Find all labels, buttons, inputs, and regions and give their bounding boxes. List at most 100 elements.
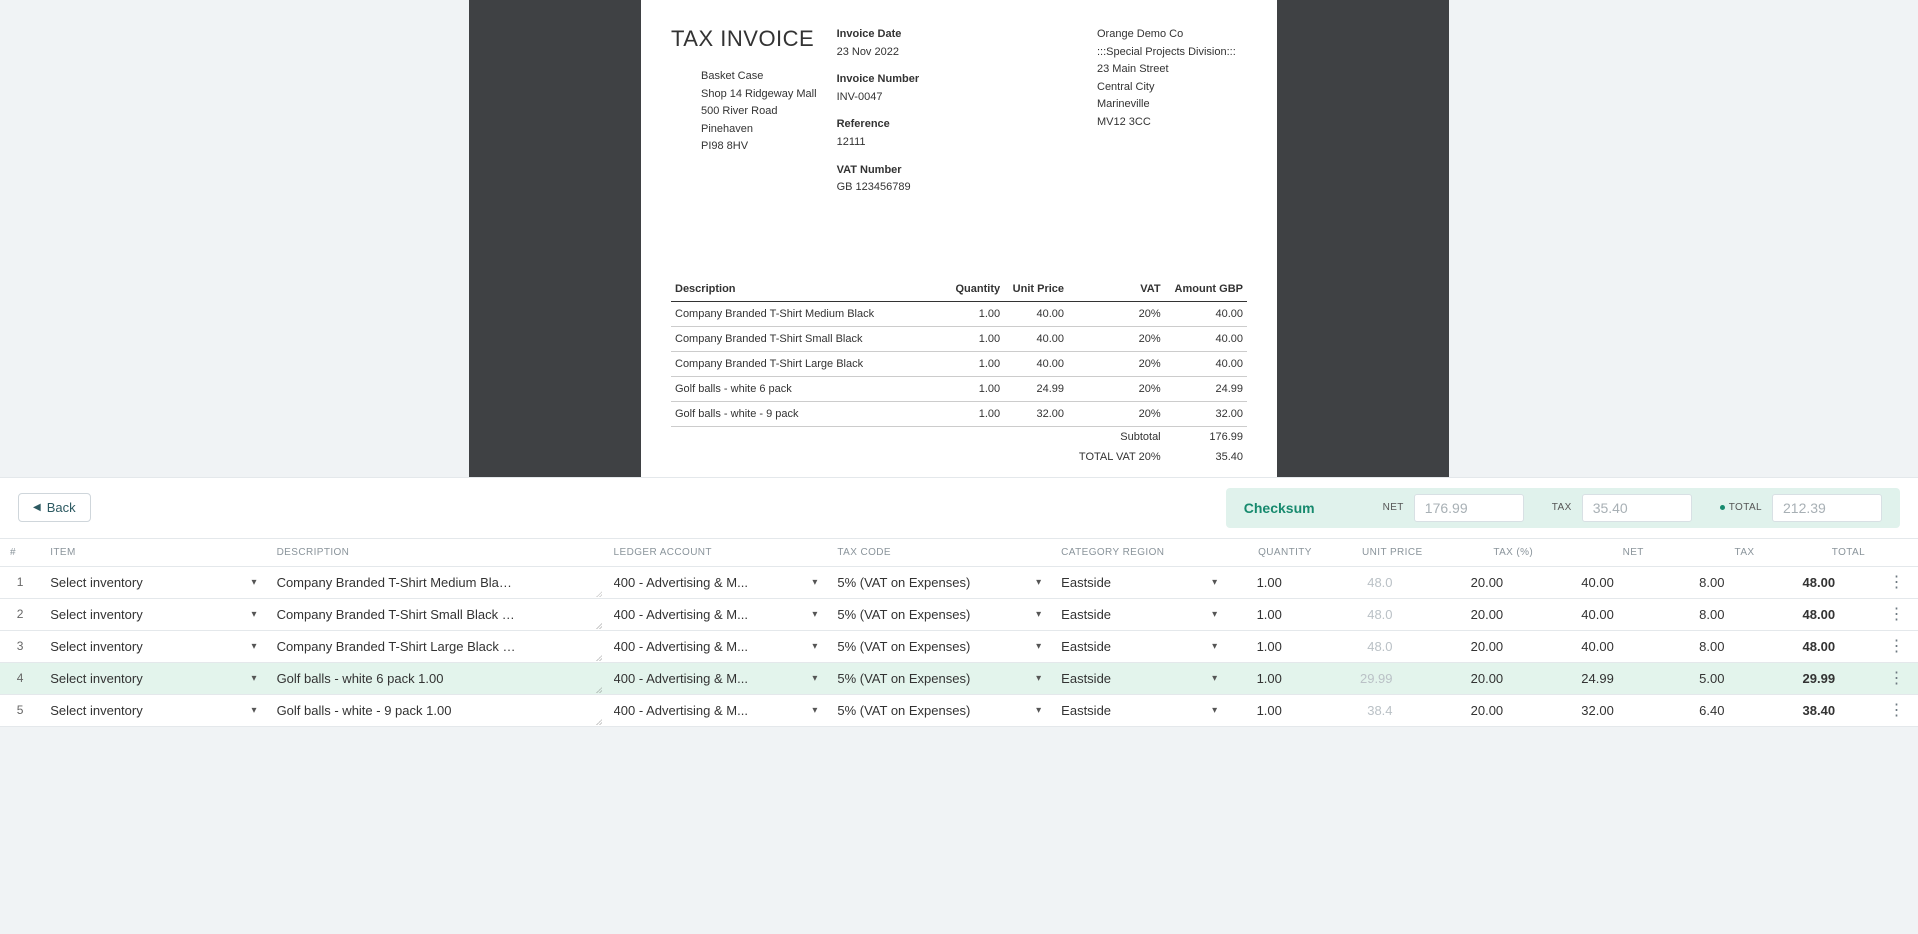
checksum-title: Checksum [1244, 500, 1315, 516]
tax-code-select[interactable]: 5% (VAT on Expenses)▾ [827, 599, 1051, 630]
inventory-select[interactable]: Select inventory▾ [40, 599, 266, 630]
category-region-select[interactable]: Eastside▾ [1051, 599, 1227, 630]
company-address: Orange Demo Co :::Special Projects Divis… [1097, 26, 1247, 207]
row-menu-button[interactable]: ⋮ [1875, 662, 1918, 694]
total-value: 38.40 [1764, 695, 1855, 726]
checksum-total-value[interactable]: 212.39 [1772, 494, 1882, 522]
net-value: 40.00 [1543, 567, 1634, 598]
total-value: 48.00 [1764, 599, 1855, 630]
document-frame: TAX INVOICE Basket Case Shop 14 Ridgeway… [469, 0, 1449, 477]
net-value: 24.99 [1543, 663, 1634, 694]
ledger-account-select[interactable]: 400 - Advertising & M...▾ [604, 567, 828, 598]
table-row: 4 Select inventory▾ Golf balls - white 6… [0, 662, 1918, 694]
checksum-net-value[interactable]: 176.99 [1414, 494, 1524, 522]
chevron-down-icon: ▾ [1212, 673, 1217, 684]
chevron-down-icon: ▾ [252, 577, 257, 588]
resize-handle-icon[interactable] [594, 685, 602, 693]
category-region-select[interactable]: Eastside▾ [1051, 567, 1227, 598]
inventory-select[interactable]: Select inventory▾ [40, 631, 266, 662]
tax-percent-field[interactable]: 20.00 [1433, 599, 1524, 630]
description-field[interactable]: Golf balls - white 6 pack 1.00 [267, 663, 604, 694]
quantity-field[interactable]: 1.00 [1227, 695, 1302, 726]
quantity-field[interactable]: 1.00 [1227, 599, 1302, 630]
chevron-down-icon: ▾ [1036, 641, 1041, 652]
resize-handle-icon[interactable] [594, 621, 602, 629]
row-menu-button[interactable]: ⋮ [1875, 566, 1918, 598]
tax-code-select[interactable]: 5% (VAT on Expenses)▾ [827, 631, 1051, 662]
chevron-down-icon: ▾ [812, 609, 817, 620]
resize-handle-icon[interactable] [594, 589, 602, 597]
tax-value: 5.00 [1654, 663, 1745, 694]
ledger-account-select[interactable]: 400 - Advertising & M...▾ [604, 695, 828, 726]
ledger-account-select[interactable]: 400 - Advertising & M...▾ [604, 631, 828, 662]
quantity-field[interactable]: 1.00 [1227, 663, 1302, 694]
tax-percent-field[interactable]: 20.00 [1433, 695, 1524, 726]
unit-price-field[interactable]: 48.0 [1322, 631, 1413, 662]
tax-code-select[interactable]: 5% (VAT on Expenses)▾ [827, 663, 1051, 694]
description-field[interactable]: Golf balls - white - 9 pack 1.00 [267, 695, 604, 726]
chevron-down-icon: ▾ [1036, 609, 1041, 620]
tax-code-select[interactable]: 5% (VAT on Expenses)▾ [827, 695, 1051, 726]
row-menu-button[interactable]: ⋮ [1875, 630, 1918, 662]
chevron-down-icon: ▾ [1212, 641, 1217, 652]
category-region-select[interactable]: Eastside▾ [1051, 631, 1227, 662]
invoice-title: TAX INVOICE [671, 26, 817, 52]
chevron-down-icon: ▾ [812, 705, 817, 716]
total-value: 29.99 [1764, 663, 1855, 694]
resize-handle-icon[interactable] [594, 717, 602, 725]
category-region-select[interactable]: Eastside▾ [1051, 695, 1227, 726]
description-field[interactable]: Company Branded T-Shirt Small Black 1.00 [267, 599, 604, 630]
ledger-account-select[interactable]: 400 - Advertising & M...▾ [604, 599, 828, 630]
row-menu-button[interactable]: ⋮ [1875, 598, 1918, 630]
chevron-down-icon: ▾ [1036, 705, 1041, 716]
tax-value: 8.00 [1654, 631, 1745, 662]
invoice-page: TAX INVOICE Basket Case Shop 14 Ridgeway… [641, 0, 1277, 477]
table-row: 2 Select inventory▾ Company Branded T-Sh… [0, 598, 1918, 630]
checksum-tax-value[interactable]: 35.40 [1582, 494, 1692, 522]
unit-price-field[interactable]: 29.99 [1322, 663, 1413, 694]
quantity-field[interactable]: 1.00 [1227, 567, 1302, 598]
quantity-field[interactable]: 1.00 [1227, 631, 1302, 662]
total-value: 48.00 [1764, 631, 1855, 662]
tax-code-select[interactable]: 5% (VAT on Expenses)▾ [827, 567, 1051, 598]
unit-price-field[interactable]: 48.0 [1322, 567, 1413, 598]
bill-to-address: Basket Case Shop 14 Ridgeway Mall 500 Ri… [701, 68, 817, 156]
inventory-select[interactable]: Select inventory▾ [40, 663, 266, 694]
table-row: 3 Select inventory▾ Company Branded T-Sh… [0, 630, 1918, 662]
checksum-total-label: TOTAL [1720, 502, 1762, 513]
invoice-line-table: Description Quantity Unit Price VAT Amou… [671, 277, 1247, 467]
row-index: 5 [0, 694, 40, 726]
total-value: 48.00 [1764, 567, 1855, 598]
chevron-down-icon: ▾ [252, 641, 257, 652]
resize-handle-icon[interactable] [594, 653, 602, 661]
chevron-down-icon: ▾ [252, 705, 257, 716]
tax-percent-field[interactable]: 20.00 [1433, 631, 1524, 662]
tax-value: 8.00 [1654, 567, 1745, 598]
row-index: 3 [0, 630, 40, 662]
row-menu-button[interactable]: ⋮ [1875, 694, 1918, 726]
unit-price-field[interactable]: 38.4 [1322, 695, 1413, 726]
chevron-down-icon: ▾ [1036, 673, 1041, 684]
category-region-select[interactable]: Eastside▾ [1051, 663, 1227, 694]
chevron-down-icon: ▾ [252, 673, 257, 684]
tax-percent-field[interactable]: 20.00 [1433, 567, 1524, 598]
tax-percent-field[interactable]: 20.00 [1433, 663, 1524, 694]
table-row: 1 Select inventory▾ Company Branded T-Sh… [0, 566, 1918, 598]
description-field[interactable]: Company Branded T-Shirt Medium Black 1.0… [267, 567, 604, 598]
description-field[interactable]: Company Branded T-Shirt Large Black 1.00 [267, 631, 604, 662]
ledger-account-select[interactable]: 400 - Advertising & M...▾ [604, 663, 828, 694]
tax-value: 6.40 [1654, 695, 1745, 726]
invoice-meta: Invoice Date 23 Nov 2022 Invoice Number … [837, 26, 1077, 207]
back-button[interactable]: ◀ Back [18, 493, 91, 522]
back-button-label: Back [47, 500, 76, 515]
document-preview-area: TAX INVOICE Basket Case Shop 14 Ridgeway… [0, 0, 1918, 477]
line-item-grid: # ITEM DESCRIPTION LEDGER ACCOUNT TAX CO… [0, 539, 1918, 727]
checksum-tax-label: TAX [1552, 502, 1572, 513]
chevron-down-icon: ▾ [1212, 577, 1217, 588]
unit-price-field[interactable]: 48.0 [1322, 599, 1413, 630]
caret-left-icon: ◀ [33, 502, 41, 513]
inventory-select[interactable]: Select inventory▾ [40, 567, 266, 598]
inventory-select[interactable]: Select inventory▾ [40, 695, 266, 726]
line-item-panel: ◀ Back Checksum NET 176.99 TAX 35.40 TOT… [0, 477, 1918, 727]
tax-value: 8.00 [1654, 599, 1745, 630]
